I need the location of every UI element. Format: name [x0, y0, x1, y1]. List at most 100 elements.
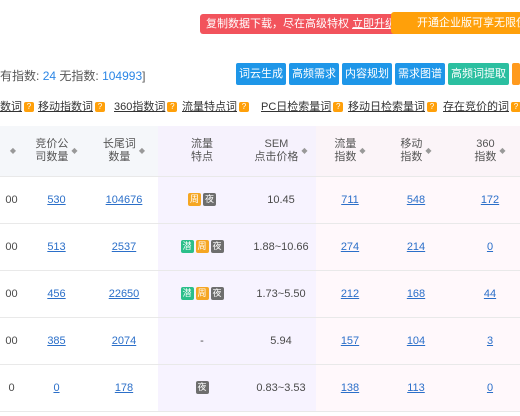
stats-suffix: ] [142, 69, 146, 83]
cell-sem-price: 1.88~10.66 [246, 223, 316, 271]
cell-bid-companies: 456 [23, 270, 90, 318]
header-label: 指数 [334, 150, 357, 163]
weekly-badge: 周 [195, 287, 209, 300]
header-label: SEM [264, 137, 289, 150]
mobile-index-link[interactable]: 548 [407, 194, 425, 206]
table-row: 00 530 104676 周夜 10.45 711 548 172 [0, 176, 520, 224]
sort-icon[interactable]: ◆ [499, 144, 505, 157]
cell-traffic-feature: - [158, 317, 246, 365]
cell-longtail: 104676 [90, 176, 158, 224]
index-360-link[interactable]: 44 [484, 288, 496, 300]
cell-traffic-index: 157 [316, 317, 384, 365]
sort-icon[interactable]: ◆ [301, 144, 307, 157]
content-planning-button[interactable]: 内容规划 [342, 63, 392, 85]
header-360-index[interactable]: 360 指数 ◆ [448, 126, 520, 177]
enterprise-upgrade-button[interactable]: 开通企业版可享无限使用 [391, 12, 520, 34]
bid-companies-link[interactable]: 0 [53, 382, 59, 394]
filter-360-index-words[interactable]: 360指数词? [114, 98, 178, 114]
traffic-index-link[interactable]: 212 [341, 288, 359, 300]
sort-icon[interactable]: ◆ [139, 144, 145, 157]
upgrade-now-link[interactable]: 立即升级 [352, 18, 396, 30]
col0-value: 00 [5, 240, 18, 253]
longtail-count-link[interactable]: 22650 [109, 288, 140, 300]
cell-traffic-index: 711 [316, 176, 384, 224]
filter-bidding-words[interactable]: 存在竞价的词? [443, 98, 520, 114]
cell-bid-companies: 385 [23, 317, 90, 365]
help-icon[interactable]: ? [167, 102, 178, 112]
filter-traffic-feature-words[interactable]: 流量特点词? [182, 98, 249, 114]
weekly-badge: 周 [195, 240, 209, 253]
mobile-index-link[interactable]: 214 [407, 241, 425, 253]
sort-icon[interactable]: ◆ [359, 144, 365, 157]
mobile-index-link[interactable]: 113 [407, 382, 425, 394]
filter-label: 移动指数词 [38, 101, 93, 113]
help-icon[interactable]: ? [427, 102, 437, 112]
cell-360-index: 3 [448, 317, 520, 365]
mobile-index-link[interactable]: 168 [407, 288, 425, 300]
night-badge: 夜 [210, 240, 224, 253]
high-frequency-demand-button[interactable]: 高频需求 [289, 63, 339, 85]
weekly-badge: 周 [188, 193, 201, 206]
traffic-index-link[interactable]: 138 [341, 382, 359, 394]
header-col0[interactable]: ◆ [0, 126, 23, 177]
help-icon[interactable]: ? [95, 102, 105, 112]
cell-traffic-feature: 潜周夜 [158, 223, 246, 271]
longtail-count-link[interactable]: 178 [115, 382, 133, 394]
cell-traffic-index: 212 [316, 270, 384, 318]
cell-360-index: 0 [448, 364, 520, 412]
sort-icon[interactable]: ◆ [71, 144, 77, 157]
header-sem-price[interactable]: SEM 点击价格 ◆ [246, 126, 316, 177]
filter-mobile-daily-search-words[interactable]: 移动日检索量词? [348, 98, 437, 114]
word-cloud-button[interactable]: 词云生成 [236, 63, 286, 85]
help-icon[interactable]: ? [24, 102, 34, 112]
cell-bid-companies: 0 [23, 364, 90, 412]
bid-companies-link[interactable]: 530 [47, 194, 65, 206]
upgrade-notice-text: 复制数据下载，尽在高级特权 [206, 18, 349, 30]
bid-companies-link[interactable]: 385 [47, 335, 65, 347]
longtail-count-link[interactable]: 2537 [112, 241, 136, 253]
help-icon[interactable]: ? [333, 102, 344, 112]
filter-mobile-index-words[interactable]: 移动指数词? [38, 98, 105, 114]
more-tools-button[interactable] [512, 63, 520, 85]
cell-mobile-index: 168 [384, 270, 448, 318]
cell-mobile-index: 214 [384, 223, 448, 271]
demand-graph-button[interactable]: 需求图谱 [395, 63, 445, 85]
traffic-index-link[interactable]: 274 [341, 241, 359, 253]
mobile-index-link[interactable]: 104 [407, 335, 425, 347]
sort-icon[interactable]: ◆ [425, 144, 431, 157]
header-longtail[interactable]: 长尾词 数量 ◆ [90, 126, 158, 177]
sem-price-value: 0.83~3.53 [256, 381, 306, 394]
table-row: 00 385 2074 - 5.94 157 104 3 [0, 317, 520, 365]
index-360-link[interactable]: 3 [487, 335, 493, 347]
keyword-stats: 有指数: 24 无指数: 104993] [0, 67, 145, 84]
cell-col0: 00 [0, 317, 23, 365]
bid-companies-link[interactable]: 513 [47, 241, 65, 253]
cell-sem-price: 0.83~3.53 [246, 364, 316, 412]
header-label: 流量 [334, 137, 357, 150]
sort-icon[interactable]: ◆ [10, 144, 16, 157]
filter-index-words[interactable]: 数词? [0, 98, 34, 114]
header-bid-companies[interactable]: 竞价公 司数量 ◆ [23, 126, 90, 177]
header-label: 360 [476, 137, 495, 150]
index-360-link[interactable]: 0 [487, 382, 493, 394]
bid-companies-link[interactable]: 456 [47, 288, 65, 300]
header-label: 特点 [191, 150, 213, 163]
night-badge: 夜 [203, 193, 216, 206]
help-icon[interactable]: ? [511, 102, 520, 112]
col0-value: 0 [8, 381, 15, 394]
col0-value: 00 [5, 287, 18, 300]
help-icon[interactable]: ? [239, 102, 249, 112]
longtail-count-link[interactable]: 104676 [106, 194, 143, 206]
traffic-index-link[interactable]: 711 [341, 194, 359, 206]
index-360-link[interactable]: 0 [487, 241, 493, 253]
traffic-index-link[interactable]: 157 [341, 335, 359, 347]
longtail-count-link[interactable]: 2074 [112, 335, 136, 347]
header-label: 指数 [400, 150, 423, 163]
header-traffic-index[interactable]: 流量 指数 ◆ [316, 126, 384, 177]
table-row: 00 513 2537 潜周夜 1.88~10.66 274 214 0 [0, 223, 520, 271]
high-frequency-extract-button[interactable]: 高频词提取 [448, 63, 509, 85]
filter-pc-daily-search-words[interactable]: PC日检索量词? [261, 98, 344, 114]
cell-col0: 0 [0, 364, 23, 412]
index-360-link[interactable]: 172 [481, 194, 499, 206]
header-mobile-index[interactable]: 移动 指数 ◆ [384, 126, 448, 177]
